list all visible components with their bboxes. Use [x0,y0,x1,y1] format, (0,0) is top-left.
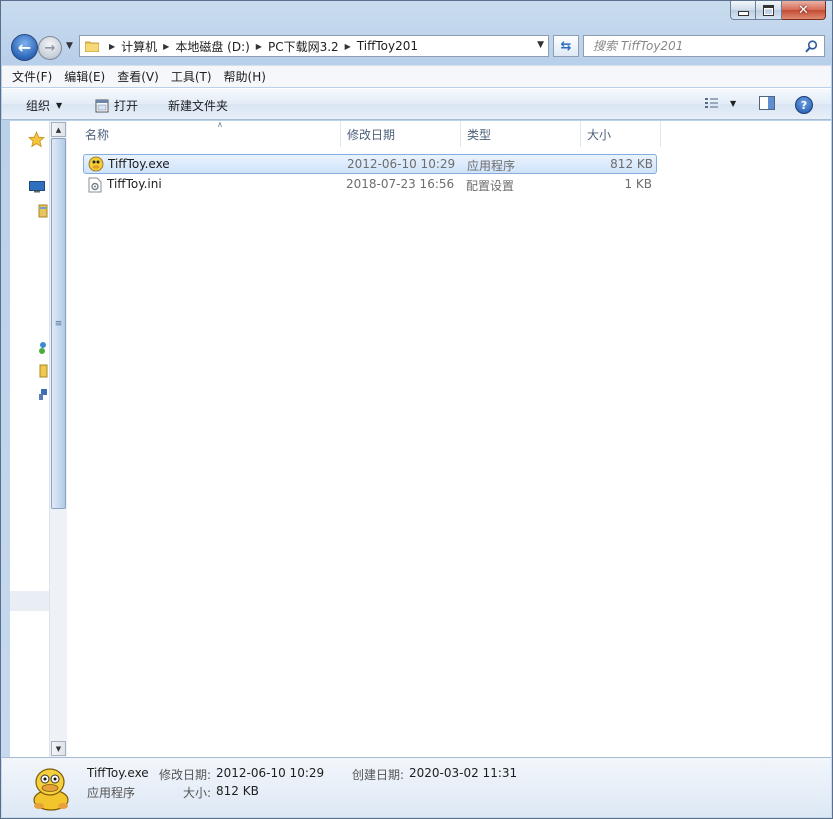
address-bar[interactable]: ▶ 计算机 ▶ 本地磁盘 (D:) ▶ PC下载网3.2 ▶ TiffToy20… [79,35,549,57]
details-modified-label: 修改日期: [159,768,212,782]
scroll-up-button[interactable]: ▲ [51,122,66,137]
maximize-icon [763,4,774,16]
application-icon [88,156,104,172]
explorer-window: ✕ ← → ▼ ▶ 计算机 ▶ 本地磁盘 (D:) ▶ PC下载网3.2 ▶ T… [0,0,833,819]
breadcrumb-tifftoy[interactable]: TiffToy201 [357,39,418,53]
details-size-label: 大小: [183,786,212,800]
application-large-icon [33,768,69,811]
arrow-left-icon: ← [17,38,32,57]
chevron-down-icon[interactable]: ▼ [730,99,736,108]
homegroup-icon[interactable] [38,341,48,355]
search-box [583,35,825,57]
command-bar: 组织 ▼ 打开 新建文件夹 ▼ ? [2,88,831,120]
scroll-down-button[interactable]: ▼ [51,741,66,756]
search-icon[interactable] [805,40,818,53]
view-list-icon [705,98,718,108]
refresh-icon: ⇆ [560,38,572,54]
network-icon[interactable] [38,387,48,401]
new-folder-label: 新建文件夹 [168,99,229,113]
folder-icon [85,41,99,52]
breadcrumb-separator[interactable]: ▶ [109,42,115,51]
navigation-bar: ← → ▼ ▶ 计算机 ▶ 本地磁盘 (D:) ▶ PC下载网3.2 ▶ Tif… [9,33,825,61]
new-folder-button[interactable]: 新建文件夹 [168,97,228,114]
grip-icon: ≡ [54,318,63,329]
breadcrumb-computer[interactable]: 计算机 [121,38,157,55]
file-size: 812 KB [610,157,653,171]
breadcrumb-pc-download[interactable]: PC下载网3.2 [268,38,339,55]
column-header-label: 大小 [587,127,612,142]
file-row[interactable]: TiffToy.ini 2018-07-23 16:56 配置设置 1 KB [83,175,657,195]
file-modified: 2012-06-10 10:29 [347,157,456,171]
close-icon: ✕ [798,2,809,18]
column-header-name[interactable]: 名称 ∧ [79,120,341,147]
change-view-button[interactable]: ▼ [704,96,736,110]
recent-pages-dropdown[interactable]: ▼ [66,41,73,51]
column-header-size[interactable]: 大小 [581,121,661,147]
organize-button[interactable]: 组织 ▼ [26,97,62,114]
favorites-star-icon[interactable] [28,131,45,148]
column-header-type[interactable]: 类型 [461,121,581,147]
details-pane: TiffToy.exe 修改日期: 2012-06-10 10:29 创建日期:… [2,757,831,817]
column-header-label: 修改日期 [347,127,396,142]
breadcrumb-separator[interactable]: ▶ [256,42,262,51]
refresh-button[interactable]: ⇆ [553,35,579,57]
preview-pane-button[interactable] [759,96,775,110]
nav-pane-divider [10,591,49,611]
nav-pane-scrollbar[interactable]: ▲ ≡ ▼ [49,121,67,757]
minimize-icon [737,10,749,16]
sort-ascending-icon: ∧ [217,120,223,129]
file-name: TiffToy.exe [108,157,170,171]
menu-help[interactable]: 帮助(H) [224,68,266,85]
address-history-dropdown[interactable]: ▼ [537,40,544,50]
file-name: TiffToy.ini [107,177,162,191]
details-modified-value: 2012-06-10 10:29 [216,766,325,780]
details-created-value: 2020-03-02 11:31 [409,766,518,780]
file-list: 名称 ∧ 修改日期 类型 大小 TiffToy.exe 2012-06-10 1… [67,120,831,757]
column-header-label: 类型 [467,127,492,142]
forward-button[interactable]: → [38,36,62,60]
file-type: 应用程序 [467,159,516,173]
details-file-name: TiffToy.exe [87,766,149,780]
help-icon: ? [800,98,808,112]
menu-view[interactable]: 查看(V) [117,68,159,85]
scroll-thumb[interactable]: ≡ [51,138,66,509]
breadcrumb-separator[interactable]: ▶ [345,42,351,51]
open-label: 打开 [114,99,139,113]
menu-bar: 文件(F) 编辑(E) 查看(V) 工具(T) 帮助(H) [2,65,831,87]
arrow-right-icon: → [44,40,56,56]
column-header-modified[interactable]: 修改日期 [341,121,461,147]
details-file-type: 应用程序 [87,786,136,800]
file-row[interactable]: TiffToy.exe 2012-06-10 10:29 应用程序 812 KB [83,154,657,174]
caption-buttons: ✕ [730,1,826,20]
chevron-down-icon: ▼ [56,101,63,110]
help-button[interactable]: ? [795,96,813,114]
details-created-label: 创建日期: [352,768,405,782]
menu-edit[interactable]: 编辑(E) [64,68,105,85]
breadcrumb-local-disk[interactable]: 本地磁盘 (D:) [175,38,249,55]
file-type: 配置设置 [466,179,515,193]
minimize-button[interactable] [730,1,756,20]
menu-tools[interactable]: 工具(T) [171,68,212,85]
maximize-button[interactable] [756,1,782,20]
file-size: 1 KB [624,177,652,191]
settings-file-icon [88,177,102,193]
libraries-icon[interactable] [38,204,48,218]
menu-file[interactable]: 文件(F) [12,68,52,85]
triangle-up-icon: ▲ [55,125,62,134]
open-button[interactable]: 打开 [95,97,138,114]
navigation-pane [10,121,50,757]
file-modified: 2018-07-23 16:56 [346,177,455,191]
computer-folder-icon[interactable] [39,364,48,378]
back-button[interactable]: ← [11,34,38,61]
organize-label: 组织 [26,99,51,113]
triangle-down-icon: ▼ [55,744,62,753]
desktop-icon[interactable] [29,181,45,193]
column-header-label: 名称 [85,127,110,142]
close-button[interactable]: ✕ [782,1,826,20]
details-size-value: 812 KB [216,784,259,798]
preview-pane-icon [759,96,775,110]
search-input[interactable] [591,38,800,54]
breadcrumb-separator[interactable]: ▶ [163,42,169,51]
open-icon [95,99,109,112]
